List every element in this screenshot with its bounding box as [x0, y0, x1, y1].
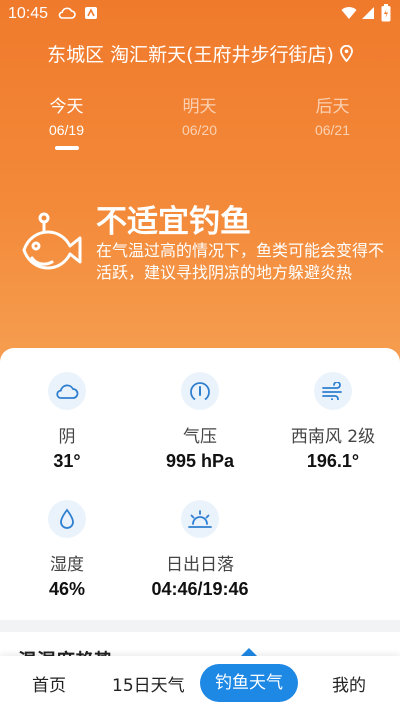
status-bar: 10:45 — [0, 0, 400, 28]
tab-today-date: 06/19 — [48, 122, 85, 138]
tab-tomorrow[interactable]: 明天 06/20 — [133, 92, 266, 138]
stat-sunrise-sunset-label: 日出日落 — [166, 555, 234, 575]
location-header[interactable]: 东城区 淘汇新天(王府井步行街店) — [0, 40, 400, 67]
tab-day-after-date: 06/21 — [314, 122, 351, 138]
nav-mine[interactable]: 我的 — [332, 671, 366, 696]
fishing-description: 在气温过高的情况下，鱼类可能会变得不活跃，建议寻找阴凉的地方躲避炎热 — [96, 241, 385, 282]
tab-today-label: 今天 — [49, 97, 84, 117]
fishing-verdict: 不适宜钓鱼 — [96, 204, 251, 240]
nav-fishing-weather[interactable]: 钓鱼天气 — [200, 664, 298, 702]
stat-humidity-value: 46% — [48, 579, 86, 599]
battery-icon — [381, 4, 391, 26]
weather-stats-card: 阴 31° 气压 995 hPa 西南风 2级 196.1° 湿度 46% 日出… — [0, 348, 400, 620]
stat-weather-value: 31° — [53, 451, 81, 471]
nav-home[interactable]: 首页 — [32, 671, 66, 696]
tab-tomorrow-date: 06/20 — [181, 122, 218, 138]
tab-day-after-tomorrow[interactable]: 后天 06/21 — [266, 92, 399, 138]
stat-wind-value: 196.1° — [306, 451, 360, 471]
stat-pressure: 气压 995 hPa — [133, 372, 267, 472]
wifi-icon — [341, 6, 357, 24]
bottom-navigation: 首页 15日天气 钓鱼天气 我的 — [0, 656, 400, 711]
tab-day-after-label: 后天 — [315, 97, 350, 117]
fish-icon — [18, 212, 82, 280]
location-text: 东城区 淘汇新天(王府井步行街店) — [47, 44, 334, 66]
nav-15day-forecast[interactable]: 15日天气 — [112, 671, 185, 696]
stat-pressure-value: 995 hPa — [165, 451, 235, 471]
humidity-drop-icon — [48, 500, 86, 538]
wind-icon — [314, 372, 352, 410]
tab-tomorrow-label: 明天 — [182, 97, 217, 117]
location-pin-icon — [340, 44, 353, 67]
stat-weather-label: 阴 — [58, 427, 76, 447]
stat-pressure-label: 气压 — [183, 427, 217, 447]
stat-wind: 西南风 2级 196.1° — [266, 372, 400, 472]
active-tab-indicator — [55, 146, 79, 150]
stat-wind-label: 西南风 2级 — [290, 427, 376, 447]
stat-weather: 阴 31° — [0, 372, 134, 472]
stat-sunrise-sunset-value: 04:46/19:46 — [151, 579, 249, 599]
signal-icon — [361, 6, 375, 24]
stat-sunrise-sunset: 日出日落 04:46/19:46 — [133, 500, 267, 600]
tab-today[interactable]: 今天 06/19 — [0, 92, 133, 138]
app-notification-icon — [84, 6, 98, 24]
status-time: 10:45 — [8, 5, 49, 22]
stat-humidity-label: 湿度 — [50, 555, 84, 575]
sunrise-icon — [181, 500, 219, 538]
stat-humidity: 湿度 46% — [0, 500, 134, 600]
cloud-notification-icon — [58, 6, 76, 24]
pressure-gauge-icon — [181, 372, 219, 410]
cloud-icon — [48, 372, 86, 410]
